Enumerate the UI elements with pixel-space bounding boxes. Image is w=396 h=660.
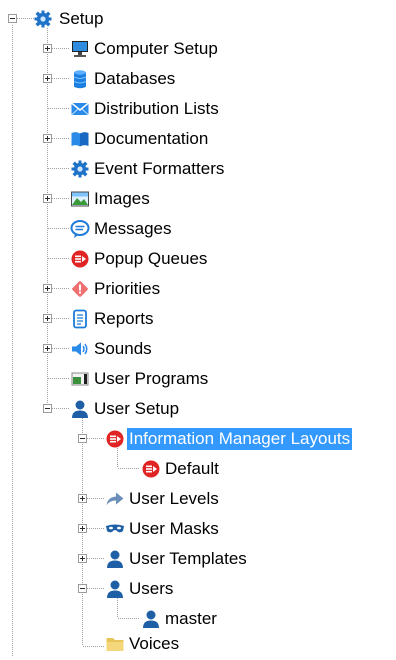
speaker-icon [70,339,90,359]
expand-toggle[interactable] [43,74,52,83]
tree-node-images[interactable]: Images [0,184,396,214]
expand-toggle[interactable] [78,524,87,533]
expand-toggle[interactable] [78,494,87,503]
priority-diamond-icon [70,279,90,299]
tree-node-sounds[interactable]: Sounds [0,334,396,364]
expand-toggle[interactable] [43,194,52,203]
arrow-icon [105,489,125,509]
tree-node-label[interactable]: Databases [92,68,177,90]
tree-node-computer-setup[interactable]: Computer Setup [0,34,396,64]
tree-node-user-programs[interactable]: User Programs [0,364,396,394]
gear-icon [70,159,90,179]
tree-node-event-formatters[interactable]: Event Formatters [0,154,396,184]
gear-icon [33,9,53,29]
setup-tree-view[interactable]: Setup Computer Setup Databases Distribut… [0,0,396,656]
tree-node-label[interactable]: Sounds [92,338,154,360]
expand-toggle[interactable] [43,284,52,293]
tree-node-reports[interactable]: Reports [0,304,396,334]
tree-node-label[interactable]: Reports [92,308,156,330]
collapse-toggle[interactable] [78,434,87,443]
collapse-toggle[interactable] [43,404,52,413]
folder-icon [105,634,125,654]
tree-node-label[interactable]: Documentation [92,128,210,150]
report-icon [70,309,90,329]
tree-node-label[interactable]: Images [92,188,152,210]
tree-node-databases[interactable]: Databases [0,64,396,94]
tree-node-label[interactable]: User Setup [92,398,181,420]
tree-node-label[interactable]: Users [127,578,175,600]
user-icon [105,549,125,569]
tree-node-label[interactable]: User Masks [127,518,221,540]
tree-node-popup-queues[interactable]: Popup Queues [0,244,396,274]
tree-node-users[interactable]: Users [0,574,396,604]
tree-node-priorities[interactable]: Priorities [0,274,396,304]
tree-node-label[interactable]: Information Manager Layouts [127,428,353,450]
database-icon [70,69,90,89]
tree-node-label[interactable]: Event Formatters [92,158,226,180]
tree-node-user-masks[interactable]: User Masks [0,514,396,544]
user-icon [141,609,161,629]
tree-node-label[interactable]: master [163,608,219,630]
tree-node-information-manager-layouts[interactable]: Information Manager Layouts [0,424,396,454]
expand-toggle[interactable] [43,134,52,143]
tree-node-label[interactable]: Computer Setup [92,38,220,60]
mask-icon [105,519,125,539]
popup-queue-icon [105,429,125,449]
tree-node-label[interactable]: Voices [127,633,181,655]
tree-node-label[interactable]: Priorities [92,278,162,300]
tree-node-documentation[interactable]: Documentation [0,124,396,154]
tree-node-label[interactable]: Messages [92,218,173,240]
program-icon [70,369,90,389]
tree-node-user-levels[interactable]: User Levels [0,484,396,514]
popup-queue-icon [141,459,161,479]
speech-bubble-icon [70,219,90,239]
tree-node-label[interactable]: Distribution Lists [92,98,221,120]
tree-node-user-setup[interactable]: User Setup [0,394,396,424]
tree-node-user-templates[interactable]: User Templates [0,544,396,574]
tree-node-messages[interactable]: Messages [0,214,396,244]
expand-toggle[interactable] [43,44,52,53]
expand-toggle[interactable] [78,554,87,563]
tree-node-default[interactable]: Default [0,454,396,484]
popup-queue-icon [70,249,90,269]
tree-node-label[interactable]: Popup Queues [92,248,209,270]
user-icon [70,399,90,419]
tree-node-label[interactable]: Default [163,458,221,480]
expand-toggle[interactable] [43,344,52,353]
image-icon [70,189,90,209]
collapse-toggle[interactable] [8,14,17,23]
expand-toggle[interactable] [43,314,52,323]
tree-node-label[interactable]: User Programs [92,368,210,390]
tree-node-label[interactable]: User Templates [127,548,249,570]
tree-node-label[interactable]: Setup [57,8,105,30]
envelope-icon [70,99,90,119]
computer-icon [70,39,90,59]
collapse-toggle[interactable] [78,584,87,593]
user-icon [105,579,125,599]
book-icon [70,129,90,149]
tree-node-distribution-lists[interactable]: Distribution Lists [0,94,396,124]
tree-node-label[interactable]: User Levels [127,488,221,510]
tree-node-setup[interactable]: Setup [0,4,396,34]
